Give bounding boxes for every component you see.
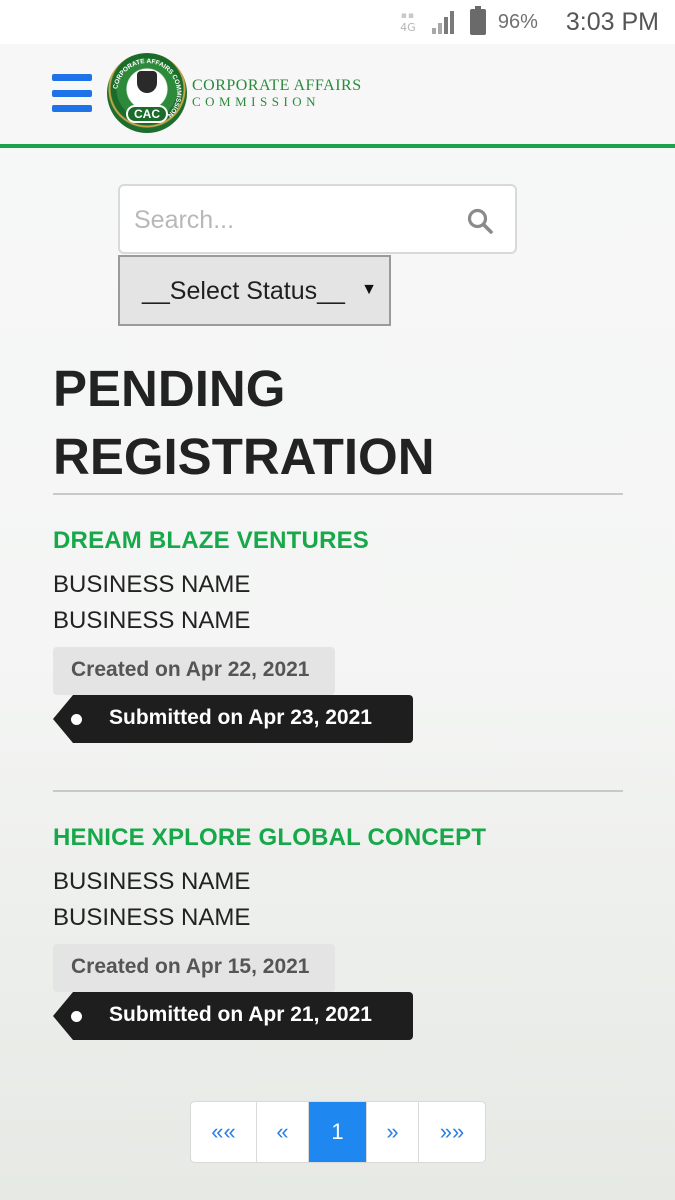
status-select-value: __Select Status__ — [142, 277, 345, 305]
pagination-next-button[interactable]: » — [367, 1102, 419, 1162]
page-title: PENDING REGISTRATION — [53, 355, 623, 491]
status-select[interactable]: __Select Status__ ▼ — [118, 255, 391, 326]
submitted-date-tag: Submitted on Apr 21, 2021 — [53, 992, 413, 1040]
logo-title-line2: COMMISSION — [192, 94, 321, 109]
registration-item: DREAM BLAZE VENTURES BUSINESS NAME BUSIN… — [53, 527, 623, 743]
registration-type-line: BUSINESS NAME — [53, 904, 251, 931]
search-icon[interactable] — [467, 208, 493, 234]
search-input[interactable] — [134, 200, 454, 240]
site-header: CORPORATE AFFAIRS COMMISSION CAC CORPORA… — [0, 44, 675, 148]
hamburger-icon[interactable] — [52, 74, 92, 112]
network-label: 4G — [400, 21, 416, 34]
dropdown-arrow-icon: ▼ — [361, 281, 377, 298]
seal-ring-text: CORPORATE AFFAIRS COMMISSION — [112, 58, 182, 119]
registration-type-line: BUSINESS NAME — [53, 868, 251, 895]
pagination-first-button[interactable]: «« — [191, 1102, 257, 1162]
pagination-page-1[interactable]: 1 — [309, 1102, 367, 1162]
submitted-date-tag: Submitted on Apr 23, 2021 — [53, 695, 413, 743]
registration-type-line: BUSINESS NAME — [53, 571, 251, 598]
registration-name[interactable]: DREAM BLAZE VENTURES — [53, 527, 623, 555]
registration-item: HENICE XPLORE GLOBAL CONCEPT BUSINESS NA… — [53, 824, 623, 1040]
logo-wordmark[interactable]: CORPORATE AFFAIRS COMMISSION — [192, 77, 362, 110]
search-box — [118, 184, 517, 254]
page-title-line1: PENDING — [53, 360, 286, 417]
network-indicator: ▪▪ 4G — [400, 11, 416, 34]
logo-title-line1: CORPORATE AFFAIRS — [192, 77, 362, 94]
battery-percent: 96% — [497, 10, 538, 33]
registration-type-line: BUSINESS NAME — [53, 607, 251, 634]
divider — [53, 790, 623, 792]
created-date-badge: Created on Apr 22, 2021 — [53, 647, 335, 695]
divider — [53, 493, 623, 495]
status-bar: ▪▪ 4G 96% 3:03 PM — [0, 0, 675, 44]
page-title-line2: REGISTRATION — [53, 428, 435, 485]
created-date-badge: Created on Apr 15, 2021 — [53, 944, 335, 992]
registration-type: BUSINESS NAME BUSINESS NAME — [53, 567, 623, 639]
cac-seal-logo[interactable]: CORPORATE AFFAIRS COMMISSION CAC — [107, 53, 187, 133]
submitted-date-text: Submitted on Apr 21, 2021 — [109, 1003, 372, 1026]
tag-dot-icon — [71, 714, 82, 725]
clock: 3:03 PM — [565, 7, 659, 36]
battery-icon — [469, 6, 486, 35]
registration-type: BUSINESS NAME BUSINESS NAME — [53, 864, 623, 936]
signal-icon — [431, 10, 458, 34]
eagle-emblem-icon — [137, 71, 157, 93]
tag-dot-icon — [71, 1011, 82, 1022]
pagination-last-button[interactable]: »» — [419, 1102, 485, 1162]
submitted-date-text: Submitted on Apr 23, 2021 — [109, 706, 372, 729]
registration-name[interactable]: HENICE XPLORE GLOBAL CONCEPT — [53, 824, 623, 852]
pagination-prev-button[interactable]: « — [257, 1102, 309, 1162]
pagination: «« « 1 » »» — [190, 1101, 486, 1163]
